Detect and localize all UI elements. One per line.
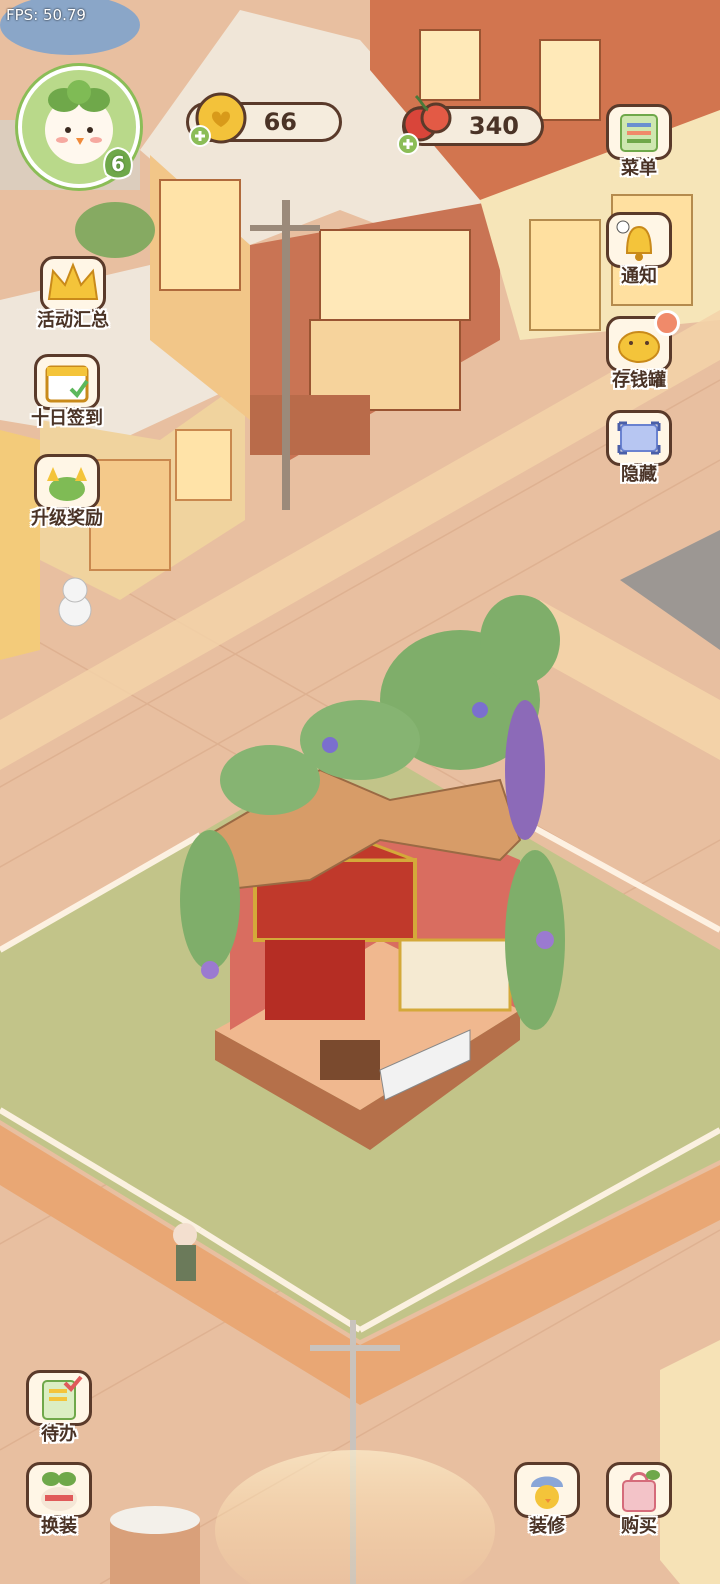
change-outfit-label: 换装 [41,1516,77,1537]
hide-frame-icon [606,410,672,466]
level-up-rewards-label: 升级奖励 [31,508,103,529]
events-summary-label: 活动汇总 [37,310,109,331]
shopping-bag-icon [606,1462,672,1518]
piggy-bank-button[interactable]: 存钱罐 [596,310,682,400]
level-badge: 6 [100,146,136,182]
ten-day-checkin-label: 十日签到 [31,408,103,429]
shop-button[interactable]: 购买 [596,1460,682,1546]
clipboard-check-icon [26,1370,92,1426]
events-summary-button[interactable]: 活动汇总 [30,254,116,340]
decorate-button[interactable]: 装修 [504,1460,590,1546]
decorate-label: 装修 [529,1516,565,1537]
sprout-outfit-icon [26,1462,92,1518]
upgrade-arrow-icon [34,454,100,510]
berry-icon [397,94,452,155]
ten-day-checkin-button[interactable]: 十日签到 [24,352,110,438]
level-value: 6 [111,152,125,176]
todo-label: 待办 [41,1424,77,1445]
hide-ui-label: 隐藏 [621,464,657,485]
bell-icon [606,212,672,268]
notification-button[interactable]: 通知 [596,210,682,296]
shop-label: 购买 [621,1516,657,1537]
builder-duck-icon [514,1462,580,1518]
piggy-bank-label: 存钱罐 [612,370,666,391]
menu-label: 菜单 [621,158,657,179]
todo-button[interactable]: 待办 [16,1368,102,1454]
calendar-check-icon [34,354,100,410]
level-up-rewards-button[interactable]: 升级奖励 [24,452,110,538]
change-outfit-button[interactable]: 换装 [16,1460,102,1546]
new-badge-icon [654,310,680,336]
menu-button[interactable]: 菜单 [596,102,682,188]
coin-icon [189,92,247,147]
notification-label: 通知 [621,266,657,287]
menu-list-icon [606,104,672,160]
crown-icon [40,256,106,312]
fps-counter: FPS: 50.79 [6,6,86,24]
hide-ui-button[interactable]: 隐藏 [596,408,682,494]
